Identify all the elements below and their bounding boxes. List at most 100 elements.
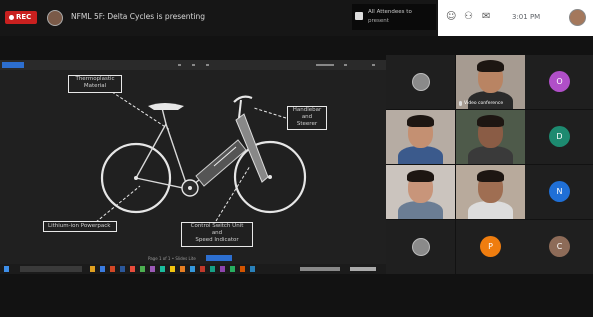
participant-tile[interactable] — [386, 110, 455, 164]
participant-body — [398, 201, 443, 219]
participant-body — [468, 146, 513, 164]
participant-photo-avatar — [412, 73, 430, 91]
chat-icon[interactable]: ✉ — [482, 11, 490, 22]
people-icon[interactable]: ⚇ — [464, 11, 473, 22]
shared-taskbar — [0, 264, 386, 274]
start-icon[interactable] — [4, 266, 9, 272]
toolbar-control-icon — [316, 64, 334, 66]
participant-hair — [407, 115, 434, 127]
crank-hub — [188, 186, 192, 190]
taskbar-search[interactable] — [20, 266, 82, 272]
app-icon[interactable] — [240, 266, 245, 272]
participant-tile[interactable]: P — [456, 220, 525, 274]
app-icon[interactable] — [230, 266, 235, 272]
app-icon[interactable] — [170, 266, 175, 272]
participant-tile[interactable] — [386, 55, 455, 109]
saddle — [148, 103, 184, 110]
tray-clock — [350, 267, 376, 271]
front-hub — [268, 175, 272, 179]
toolbar-dot-icon — [178, 64, 181, 66]
app-icon[interactable] — [180, 266, 185, 272]
callout-line: Handlebar — [292, 107, 322, 113]
leader-line-switch — [215, 165, 251, 222]
mic-icon — [459, 101, 462, 106]
app-icon[interactable] — [190, 266, 195, 272]
record-dot-icon — [9, 15, 14, 20]
participant-tile[interactable]: Video conference — [456, 55, 525, 109]
callout-line: Control Switch Unit — [190, 223, 244, 229]
stem — [238, 99, 242, 119]
participant-tile[interactable] — [456, 110, 525, 164]
user-avatar[interactable] — [569, 9, 586, 26]
callout-line: Steerer — [296, 121, 318, 127]
participant-tile[interactable]: D — [525, 110, 593, 164]
participant-tile[interactable]: C — [525, 220, 593, 274]
participant-tile[interactable] — [386, 165, 455, 219]
seat-post — [161, 107, 167, 125]
app-icon[interactable] — [140, 266, 145, 272]
participant-hair — [477, 115, 504, 127]
callout-line: and — [301, 114, 313, 120]
callout-powerpack: Lithium-ion Powerpack — [43, 221, 117, 232]
participant-initial-avatar: D — [549, 126, 570, 147]
recording-badge[interactable]: REC — [5, 11, 37, 24]
top-right-controls: ☺ ⚇ ✉ 3:01 PM — [438, 0, 593, 36]
callout-line: and — [211, 230, 223, 236]
meeting-window: REC NFML 5F: Delta Cycles is presenting … — [0, 0, 593, 317]
participant-tile[interactable]: N — [525, 165, 593, 219]
handlebar — [233, 95, 253, 103]
participant-initial-avatar: O — [549, 71, 570, 92]
participant-body — [468, 91, 513, 109]
tray-icons — [300, 267, 340, 271]
toolbar-dot-icon — [372, 64, 375, 66]
participant-body — [398, 146, 443, 164]
participant-initial-avatar: P — [480, 236, 501, 257]
notification-toast[interactable]: All Attendees to present — [352, 4, 436, 30]
page-number-chip[interactable] — [206, 255, 232, 261]
app-icon[interactable] — [200, 266, 205, 272]
recording-label: REC — [16, 13, 32, 21]
browser-icon[interactable] — [100, 266, 105, 272]
app-icon[interactable] — [160, 266, 165, 272]
callout-line: Speed Indicator — [195, 237, 239, 243]
participants-icon[interactable]: ☺ — [446, 11, 456, 22]
participant-hair — [477, 170, 504, 182]
participant-hair — [477, 60, 504, 72]
presentation-title: NFML 5F: Delta Cycles is presenting — [71, 12, 206, 21]
callout-handlebar: Handlebar and Steerer — [287, 106, 327, 130]
app-icon[interactable] — [210, 266, 215, 272]
callout-control-switch: Control Switch Unit and Speed Indicator — [181, 222, 253, 247]
slide-tab[interactable] — [2, 62, 24, 68]
participant-body — [468, 201, 513, 219]
folder-icon[interactable] — [90, 266, 95, 272]
participant-tile[interactable] — [386, 220, 455, 274]
word-icon[interactable] — [120, 266, 125, 272]
participant-name: Video conference — [464, 101, 504, 106]
participant-grid: Video conference O D N P C — [386, 55, 593, 274]
app-icon[interactable] — [220, 266, 225, 272]
app-icon[interactable] — [150, 266, 155, 272]
presenter-avatar — [47, 10, 63, 26]
participant-tile[interactable] — [456, 165, 525, 219]
leader-line-battery — [95, 185, 141, 223]
callout-thermoplastic: Thermoplastic Material — [68, 75, 122, 93]
app-icon[interactable] — [250, 266, 255, 272]
participant-photo-avatar — [412, 238, 430, 256]
powerpoint-icon[interactable] — [110, 266, 115, 272]
leader-line-composite — [111, 91, 171, 131]
callout-line: Material — [83, 83, 107, 89]
page-indicator: Page 1 of 1 • Slides Lite — [148, 256, 196, 261]
present-icon — [355, 12, 363, 20]
callout-line: Thermoplastic — [75, 76, 115, 82]
participant-initial-avatar: C — [549, 236, 570, 257]
participant-initial-avatar: N — [549, 181, 570, 202]
notification-line-1: All Attendees to — [368, 9, 412, 15]
meeting-top-bar: REC NFML 5F: Delta Cycles is presenting … — [0, 0, 593, 36]
participant-tile[interactable]: O — [525, 55, 593, 109]
app-icon[interactable] — [130, 266, 135, 272]
toolbar-dot-icon — [192, 64, 195, 66]
participant-hair — [407, 170, 434, 182]
rear-hub — [134, 176, 138, 180]
slide-toolbar — [0, 60, 386, 70]
leader-line-handle — [253, 107, 287, 119]
